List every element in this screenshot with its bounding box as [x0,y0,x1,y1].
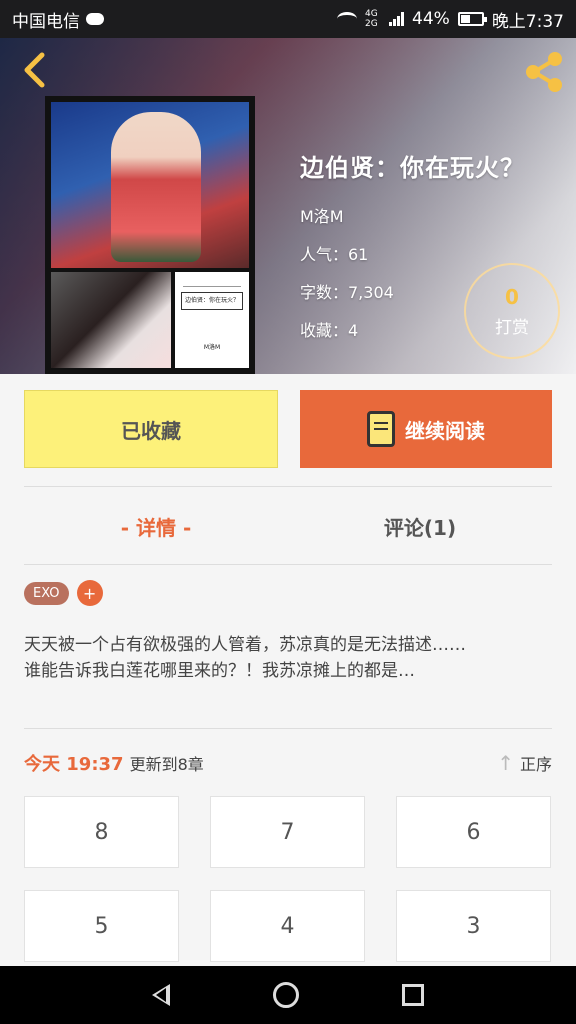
update-row: 今天 19:37 更新到8章 ↑ 正序 [24,748,552,778]
chapter-button[interactable]: 3 [396,890,551,962]
status-left: 中国电信 [12,7,104,32]
up-arrow-icon: ↑ [497,751,514,775]
divider [24,728,552,729]
cover-photo-main [51,102,249,268]
update-text: 更新到8章 [129,755,204,774]
book-icon [367,411,395,447]
chapter-button[interactable]: 6 [396,796,551,868]
chapter-button[interactable]: 8 [24,796,179,868]
share-icon [526,52,562,92]
chapter-button[interactable]: 4 [210,890,365,962]
chevron-left-icon [24,52,45,88]
carrier-label: 中国电信 [12,11,80,32]
update-date: 今天 19:37 [24,754,124,775]
status-bar: 中国电信 4G 2G 44% 晚上7:37 [0,0,576,38]
back-button[interactable] [14,50,54,90]
book-header: 边伯贤：你在玩火？ M洛M 边伯贤：你在玩火？ M洛M 人气：61 字数：7,3… [0,38,576,374]
weather-cloud-icon [86,13,104,25]
book-title: 边伯贤：你在玩火？ [300,154,525,182]
favorite-button-label: 已收藏 [121,418,181,443]
popularity-stat: 人气：61 [300,245,369,264]
tab-details[interactable]: - 详情 - [24,496,288,556]
nav-home-icon[interactable] [272,982,299,1008]
battery-fill [460,15,470,23]
sort-order-button[interactable]: ↑ 正序 [497,751,552,775]
chapter-button[interactable]: 5 [24,890,179,962]
divider [24,564,552,565]
nav-recent-apps-icon[interactable] [402,984,425,1006]
battery-icon [457,12,487,26]
cover-photo-secondary [51,272,171,368]
share-button[interactable] [522,50,566,94]
tab-comments[interactable]: 评论(1) [288,496,552,556]
battery-percent: 44% [412,9,450,29]
reward-label: 打赏 [495,317,529,338]
divider [24,486,552,487]
status-right: 4G 2G 44% 晚上7:37 [337,7,564,32]
reward-count: 0 [505,284,519,309]
chapter-grid: 8 7 6 5 4 3 [24,796,552,962]
favorite-button[interactable]: 已收藏 [24,390,278,468]
cover-title-card: 边伯贤：你在玩火？ M洛M [175,272,249,368]
reward-button[interactable]: 0 打赏 [464,263,560,359]
tag-list: EXO + [24,580,103,606]
signal-icon [389,12,405,26]
detail-tabs: - 详情 - 评论(1) [24,496,552,556]
clock: 晚上7:37 [491,11,564,32]
tag-exo[interactable]: EXO [24,581,69,605]
action-row: 已收藏 继续阅读 [24,390,552,468]
book-cover[interactable]: 边伯贤：你在玩火？ M洛M [45,96,255,374]
book-description[interactable]: 天天被一个占有欲极强的人管着，苏凉真的是无法描述…… 谁能告诉我白莲花哪里来的？… [24,632,552,684]
wifi-icon [337,12,358,26]
description-line: 谁能告诉我白莲花哪里来的？！我苏凉摊上的都是… [24,661,415,681]
system-nav-bar [0,966,576,1024]
cover-title-text: 边伯贤：你在玩火？ [181,292,243,310]
book-author[interactable]: M洛M [300,203,525,227]
continue-reading-label: 继续阅读 [405,418,485,443]
cover-author-text: M洛M [203,344,221,351]
chapter-button[interactable]: 7 [210,796,365,868]
description-line: 天天被一个占有欲极强的人管着，苏凉真的是无法描述…… [24,635,466,655]
sort-order-label: 正序 [519,755,552,774]
network-type: 4G 2G [365,9,378,29]
continue-reading-button[interactable]: 继续阅读 [300,390,552,468]
add-tag-button[interactable]: + [76,580,103,606]
nav-back-icon[interactable] [151,984,170,1006]
